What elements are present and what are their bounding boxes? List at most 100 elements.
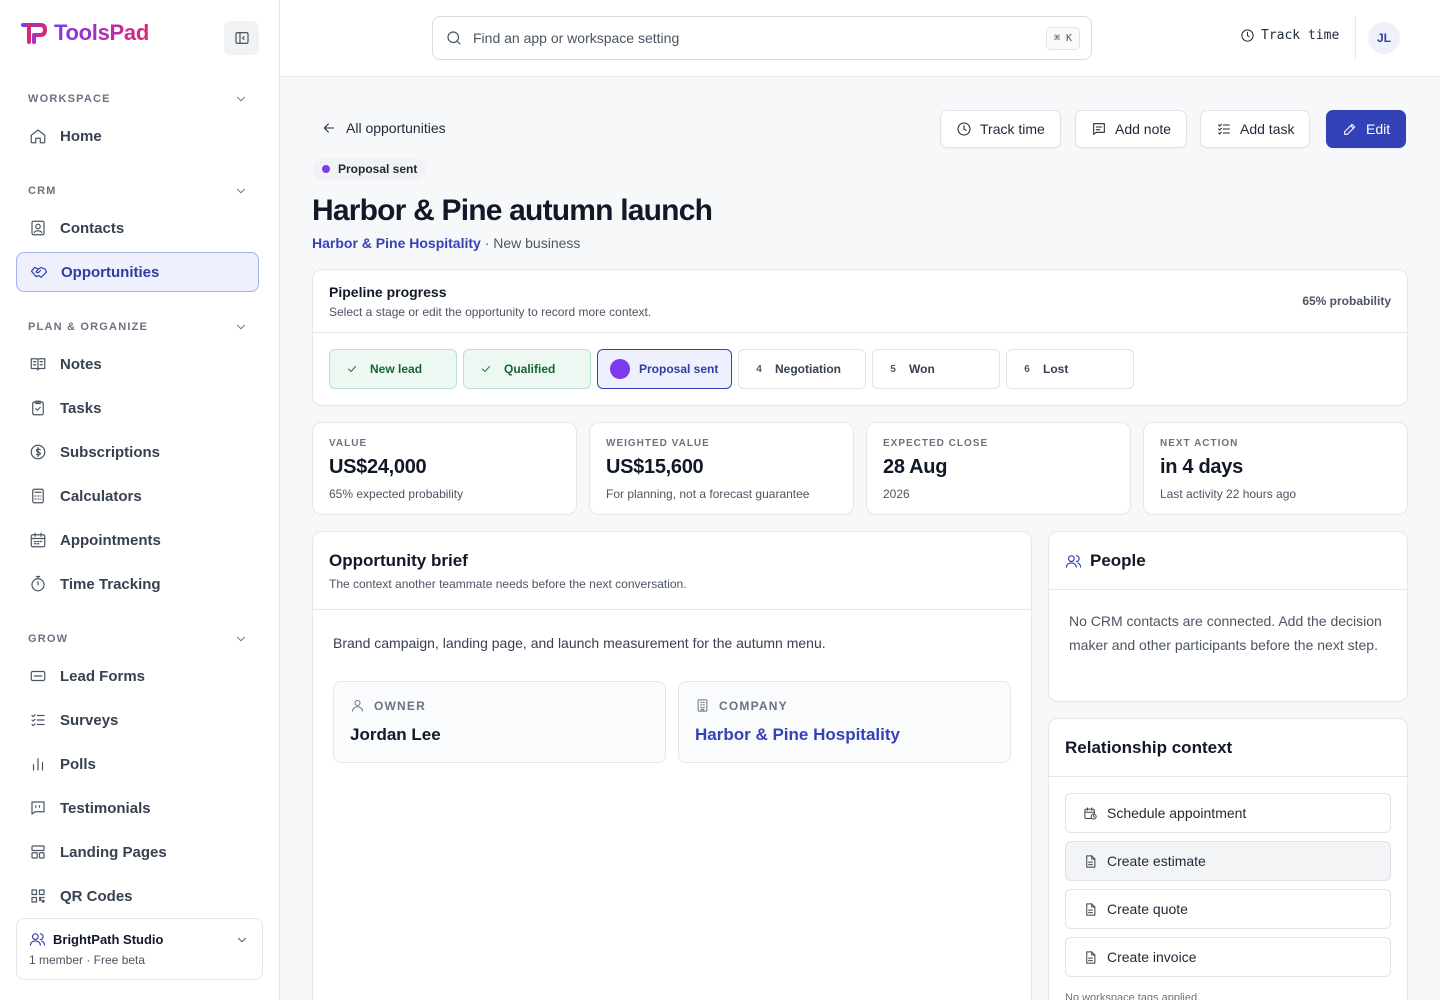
section-workspace[interactable]: WORKSPACE <box>28 92 248 106</box>
sidebar-item-tasks[interactable]: Tasks <box>16 388 259 428</box>
owner-card: OWNER Jordan Lee <box>333 681 666 763</box>
sidebar-item-home[interactable]: Home <box>16 116 259 156</box>
search-box[interactable]: Find an app or workspace setting ⌘ K <box>432 16 1092 60</box>
stat-note: Last activity 22 hours ago <box>1160 487 1297 501</box>
brief-title: Opportunity brief <box>329 551 468 570</box>
sidebar-item-qr-codes[interactable]: QR Codes <box>16 876 259 916</box>
workspace-switcher[interactable]: BrightPath Studio 1 member · Free beta <box>16 918 263 980</box>
page-subtitle: Harbor & Pine Hospitality · New business <box>312 235 580 251</box>
track-time-button[interactable]: Track time <box>940 110 1061 148</box>
add-task-button[interactable]: Add task <box>1200 110 1311 148</box>
layout-icon <box>31 845 45 859</box>
sidebar-item-subscriptions[interactable]: Subscriptions <box>16 432 259 472</box>
search-input[interactable]: Find an app or workspace setting <box>473 30 679 46</box>
contacts-icon <box>31 220 45 236</box>
building-icon <box>697 699 708 712</box>
sidebar-item-landing-pages[interactable]: Landing Pages <box>16 832 259 872</box>
company-label: COMPANY <box>695 698 788 713</box>
stat-label: VALUE <box>329 438 368 449</box>
stage-qualified[interactable]: Qualified <box>463 349 591 389</box>
sidebar-item-label: Testimonials <box>60 799 151 817</box>
create-estimate-button[interactable]: Create estimate <box>1065 841 1391 881</box>
brand-logo[interactable]: ToolsPad <box>20 20 149 46</box>
current-stage-dot <box>610 359 630 379</box>
sidebar-item-label: Subscriptions <box>60 443 161 461</box>
calculator-icon <box>32 488 44 504</box>
back-link[interactable]: All opportunities <box>321 120 446 136</box>
checklist-icon <box>31 714 45 727</box>
sidebar-item-surveys[interactable]: Surveys <box>16 700 259 740</box>
calendar-clock-icon <box>1084 806 1097 820</box>
sidebar-item-label: QR Codes <box>60 887 133 905</box>
stage-proposal-sent[interactable]: Proposal sent <box>597 349 732 389</box>
sidebar-collapse-icon <box>234 32 249 44</box>
stage-new-lead[interactable]: New lead <box>329 349 457 389</box>
button-label: Edit <box>1366 121 1391 137</box>
company-label-text: COMPANY <box>719 698 788 713</box>
owner-label: OWNER <box>350 698 426 713</box>
tags-note: No workspace tags applied <box>1065 992 1198 1000</box>
chevron-down-icon <box>237 324 245 330</box>
stat-value: 28 Aug <box>883 456 948 478</box>
company-link[interactable]: Harbor & Pine Hospitality <box>695 725 900 745</box>
avatar[interactable]: JL <box>1368 22 1400 54</box>
stage-label: Qualified <box>504 362 556 376</box>
deal-type: · New business <box>480 235 581 251</box>
tasks-icon <box>32 400 44 416</box>
button-label: Add note <box>1115 121 1172 137</box>
track-time-top-button[interactable]: Track time <box>1240 28 1339 43</box>
people-title-text: People <box>1090 551 1146 570</box>
sidebar-item-label: Lead Forms <box>60 667 146 685</box>
check-icon <box>482 366 490 372</box>
section-label: CRM <box>28 185 57 197</box>
check-icon <box>348 366 356 372</box>
collapse-sidebar-button[interactable] <box>224 21 259 55</box>
relationship-title: Relationship context <box>1065 738 1233 757</box>
section-grow[interactable]: GROW <box>28 632 248 646</box>
status-label: Proposal sent <box>338 162 418 176</box>
edit-button[interactable]: Edit <box>1326 110 1407 148</box>
divider <box>1049 589 1407 590</box>
people-title: People <box>1065 551 1146 571</box>
sidebar-item-lead-forms[interactable]: Lead Forms <box>16 656 259 696</box>
section-plan-organize[interactable]: PLAN & ORGANIZE <box>28 320 248 334</box>
sidebar-item-notes[interactable]: Notes <box>16 344 259 384</box>
stage-label: New lead <box>370 362 423 376</box>
chevron-down-icon <box>237 636 245 642</box>
company-link[interactable]: Harbor & Pine Hospitality <box>312 235 481 251</box>
section-label: GROW <box>28 633 69 645</box>
sidebar-item-appointments[interactable]: Appointments <box>16 520 259 560</box>
sidebar-item-contacts[interactable]: Contacts <box>16 208 259 248</box>
stage-negotiation[interactable]: 4 Negotiation <box>738 349 866 389</box>
quote-icon <box>31 801 45 815</box>
stat-value: in 4 days <box>1160 456 1243 478</box>
sidebar-item-testimonials[interactable]: Testimonials <box>16 788 259 828</box>
create-quote-button[interactable]: Create quote <box>1065 889 1391 929</box>
sidebar-item-time-tracking[interactable]: Time Tracking <box>16 564 259 604</box>
brief-subtitle: The context another teammate needs befor… <box>329 577 687 591</box>
sidebar-item-polls[interactable]: Polls <box>16 744 259 784</box>
clock-icon <box>1241 29 1254 42</box>
section-label: PLAN & ORGANIZE <box>28 321 149 333</box>
stat-label: NEXT ACTION <box>1160 438 1239 449</box>
brief-description: Brand campaign, landing page, and launch… <box>333 635 826 651</box>
arrow-left-icon <box>323 123 335 133</box>
create-invoice-button[interactable]: Create invoice <box>1065 937 1391 977</box>
sidebar-item-calculators[interactable]: Calculators <box>16 476 259 516</box>
relationship-context-card: Relationship context Schedule appointmen… <box>1048 718 1408 1000</box>
users-icon <box>29 933 46 946</box>
button-label: Create quote <box>1107 901 1188 917</box>
stage-won[interactable]: 5 Won <box>872 349 1000 389</box>
form-icon <box>30 670 46 682</box>
section-crm[interactable]: CRM <box>28 184 248 198</box>
stage-lost[interactable]: 6 Lost <box>1006 349 1134 389</box>
stat-card-value: VALUE US$24,000 65% expected probability <box>312 422 577 515</box>
status-dot <box>322 165 330 173</box>
stat-label: EXPECTED CLOSE <box>883 438 989 449</box>
pencil-icon <box>1344 123 1356 135</box>
brand-name: ToolsPad <box>54 20 149 45</box>
add-note-button[interactable]: Add note <box>1075 110 1188 148</box>
sidebar-item-opportunities[interactable]: Opportunities <box>16 252 259 292</box>
schedule-appointment-button[interactable]: Schedule appointment <box>1065 793 1391 833</box>
sidebar-item-label: Appointments <box>60 531 161 549</box>
